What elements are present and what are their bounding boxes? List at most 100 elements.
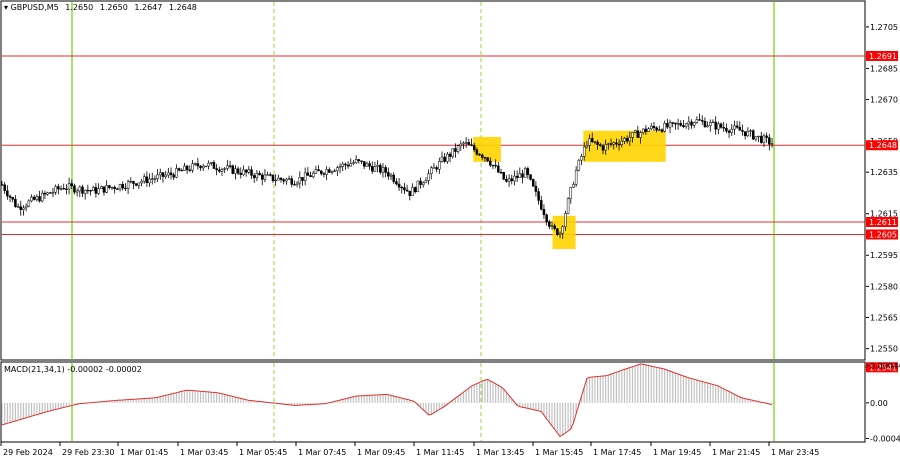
candle-body — [370, 166, 374, 172]
candle-body — [470, 144, 473, 146]
candle-body — [523, 168, 527, 178]
candle-body — [354, 159, 358, 163]
candle-body — [639, 132, 642, 138]
candle-body — [682, 125, 685, 127]
candle-body — [424, 180, 428, 184]
x-tick-label: 1 Mar 15:45 — [535, 448, 583, 457]
candle-body — [497, 165, 500, 173]
candle-body — [365, 163, 369, 167]
candle-body — [687, 121, 691, 125]
candle-body — [328, 169, 331, 173]
candle-body — [81, 186, 84, 194]
candle-body — [145, 176, 149, 183]
candle-body — [75, 190, 79, 193]
candle-body — [733, 125, 736, 130]
candle-body — [658, 129, 661, 131]
candle-body — [679, 123, 683, 126]
candle-body — [403, 187, 406, 191]
highlight-zone — [552, 215, 576, 249]
candle-body — [510, 178, 514, 182]
candle-body — [177, 168, 181, 171]
candle-body — [515, 175, 519, 178]
level-tag-label: 1.2691 — [869, 52, 897, 61]
ohlc-close: 1.2648 — [169, 3, 197, 12]
candle-body — [220, 168, 224, 172]
candle-body — [451, 148, 454, 157]
candle-body — [271, 174, 275, 181]
candle-body — [285, 178, 288, 182]
level-tag-label: 1.2648 — [869, 141, 897, 150]
candle-body — [387, 172, 390, 177]
candle-body — [333, 170, 336, 172]
candle-body — [362, 161, 366, 167]
candle-body — [46, 192, 49, 195]
candle-body — [287, 178, 291, 180]
candle-body — [478, 153, 481, 156]
price-panel: 1.27051.26851.26701.26501.26351.26151.25… — [0, 0, 898, 373]
candle-body — [650, 125, 653, 130]
candle-body — [572, 184, 575, 188]
candle-body — [569, 187, 573, 199]
candle-body — [65, 188, 68, 190]
candle-body — [320, 170, 323, 174]
candle-body — [663, 123, 666, 132]
candle-body — [116, 188, 119, 190]
candle-body — [604, 144, 607, 151]
candle-body — [239, 172, 243, 175]
candle-body — [491, 164, 495, 167]
candle-body — [459, 143, 463, 147]
candle-body — [438, 161, 441, 170]
candle-body — [690, 121, 693, 126]
x-tick-label: 1 Mar 03:45 — [180, 448, 228, 457]
candle-body — [717, 123, 720, 130]
candle-body — [671, 122, 674, 124]
x-tick-label: 1 Mar 21:45 — [712, 448, 760, 457]
chart-header: ▾ GBPUSD,M5 1.2650 1.2650 1.2647 1.2648 — [4, 3, 197, 12]
y-tick-label: 1.2580 — [870, 282, 898, 291]
trading-chart: 1.27051.26851.26701.26501.26351.26151.25… — [0, 0, 900, 457]
y-tick-label: 1.2685 — [870, 64, 898, 73]
candle-body — [27, 200, 31, 207]
candle-body — [550, 225, 554, 227]
candle-body — [73, 185, 76, 193]
ohlc-high: 1.2650 — [100, 3, 128, 12]
candle-body — [762, 135, 766, 143]
candle-body — [215, 168, 218, 171]
candle-body — [706, 125, 709, 128]
candle-body — [185, 165, 189, 171]
candle-body — [765, 135, 768, 138]
candle-body — [754, 136, 758, 140]
macd-tick-label: -0.00042 — [870, 434, 900, 443]
x-tick-label: 29 Feb 2024 — [3, 448, 53, 457]
candle-body — [384, 167, 387, 173]
y-tick-label: 1.2635 — [870, 168, 898, 177]
candle-body — [14, 199, 17, 207]
highlight-zone — [583, 130, 666, 162]
candle-body — [692, 122, 696, 126]
candle-body — [124, 187, 127, 190]
candle-body — [349, 163, 353, 167]
candle-body — [513, 175, 516, 182]
candle-body — [126, 181, 130, 189]
candle-body — [317, 169, 320, 172]
candle-body — [674, 122, 677, 125]
candle-body — [435, 167, 438, 170]
macd-tick-label: 0.00 — [870, 399, 888, 408]
candle-body — [760, 135, 763, 143]
candle-body — [727, 130, 731, 133]
candle-body — [172, 174, 175, 178]
candle-body — [159, 172, 162, 176]
candle-body — [446, 153, 449, 162]
candle-body — [244, 169, 248, 173]
candle-body — [94, 187, 98, 194]
candle-body — [462, 142, 465, 145]
candle-body — [668, 122, 672, 128]
price-axis: 1.27051.26851.26701.26501.26351.26151.25… — [866, 23, 898, 373]
candle-body — [314, 169, 318, 174]
candle-body — [51, 191, 55, 194]
x-tick-label: 1 Mar 23:45 — [771, 448, 819, 457]
candle-body — [236, 168, 240, 174]
candle-body — [325, 169, 328, 175]
x-tick-label: 29 Feb 23:30 — [62, 448, 114, 457]
candle-body — [526, 168, 530, 175]
